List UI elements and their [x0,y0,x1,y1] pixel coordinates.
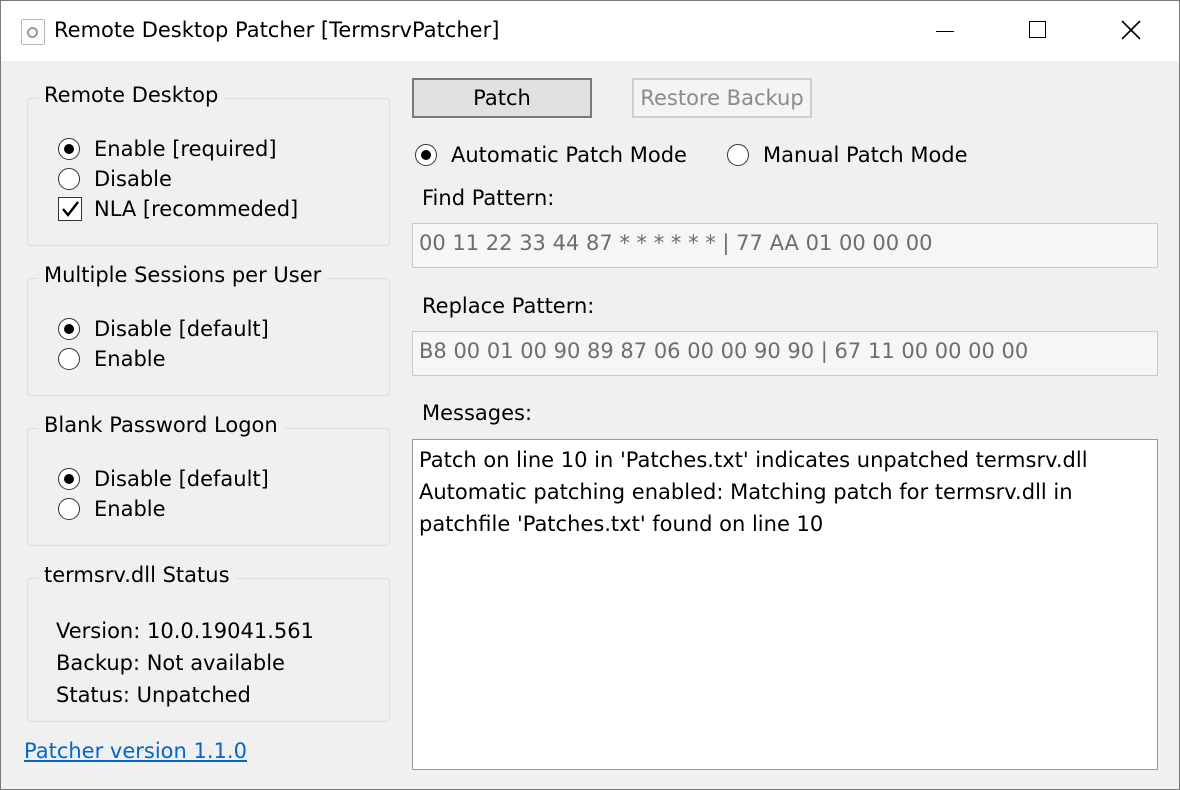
radio-indicator [415,144,437,166]
rd-enable-label: Enable [required] [94,137,277,161]
sessions-enable-label: Enable [94,347,166,371]
group-title: termsrv.dll Status [38,563,236,587]
message-line: patchfile 'Patches.txt' found on line 10 [419,512,824,536]
automatic-mode-label: Automatic Patch Mode [451,143,687,167]
restore-backup-button[interactable]: Restore Backup [632,78,812,118]
blank-password-group: Blank Password Logon Disable [default] E… [27,413,390,546]
sessions-disable-label: Disable [default] [94,317,269,341]
nla-label: NLA [recommeded] [94,197,299,221]
manual-mode-radio[interactable]: Manual Patch Mode [727,141,968,169]
rd-disable-label: Disable [94,167,172,191]
app-icon [21,19,45,45]
radio-indicator [58,348,80,370]
title-bar[interactable]: Remote Desktop Patcher [TermsrvPatcher] [1,1,1179,61]
maximize-button[interactable] [991,1,1084,61]
status-state: Status: Unpatched [56,683,251,707]
radio-indicator [58,498,80,520]
status-group: termsrv.dll Status Version: 10.0.19041.5… [27,563,390,722]
version-link[interactable]: Patcher version 1.1.0 [24,739,247,763]
nla-checkbox[interactable]: NLA [recommeded] [58,195,298,223]
sessions-enable-radio[interactable]: Enable [58,345,166,373]
status-version: Version: 10.0.19041.561 [56,619,314,643]
rd-disable-radio[interactable]: Disable [58,165,172,193]
minimize-button[interactable] [898,1,991,61]
blank-enable-radio[interactable]: Enable [58,495,166,523]
sessions-disable-radio[interactable]: Disable [default] [58,315,269,343]
messages-box[interactable]: Patch on line 10 in 'Patches.txt' indica… [412,439,1158,770]
blank-enable-label: Enable [94,497,166,521]
replace-pattern-label: Replace Pattern: [422,294,595,318]
window-title: Remote Desktop Patcher [TermsrvPatcher] [54,18,500,42]
find-pattern-label: Find Pattern: [422,186,555,210]
group-title: Blank Password Logon [38,413,284,437]
radio-indicator [58,168,80,190]
messages-label: Messages: [422,401,533,425]
blank-disable-label: Disable [default] [94,467,269,491]
message-line: Automatic patching enabled: Matching pat… [419,480,1073,504]
maximize-icon [1029,21,1046,38]
blank-disable-radio[interactable]: Disable [default] [58,465,269,493]
automatic-mode-radio[interactable]: Automatic Patch Mode [415,141,687,169]
remote-desktop-group: Remote Desktop Enable [required] Disable… [27,83,390,246]
rd-enable-radio[interactable]: Enable [required] [58,135,277,163]
radio-indicator [58,468,80,490]
replace-pattern-field[interactable]: B8 00 01 00 90 89 87 06 00 00 90 90 | 67… [412,331,1158,376]
radio-indicator [727,144,749,166]
multiple-sessions-group: Multiple Sessions per User Disable [defa… [27,263,390,396]
radio-indicator [58,138,80,160]
checkmark-icon [58,197,82,221]
patch-button[interactable]: Patch [412,78,592,118]
status-backup: Backup: Not available [56,651,285,675]
app-window: Remote Desktop Patcher [TermsrvPatcher] … [0,0,1180,790]
group-title: Multiple Sessions per User [38,263,328,287]
minimize-icon [936,31,954,32]
manual-mode-label: Manual Patch Mode [763,143,968,167]
radio-indicator [58,318,80,340]
message-line: Patch on line 10 in 'Patches.txt' indica… [419,448,1088,472]
find-pattern-field[interactable]: 00 11 22 33 44 87 * * * * * * | 77 AA 01… [412,223,1158,268]
close-icon [1121,20,1141,40]
group-title: Remote Desktop [38,83,225,107]
close-button[interactable] [1084,1,1177,61]
